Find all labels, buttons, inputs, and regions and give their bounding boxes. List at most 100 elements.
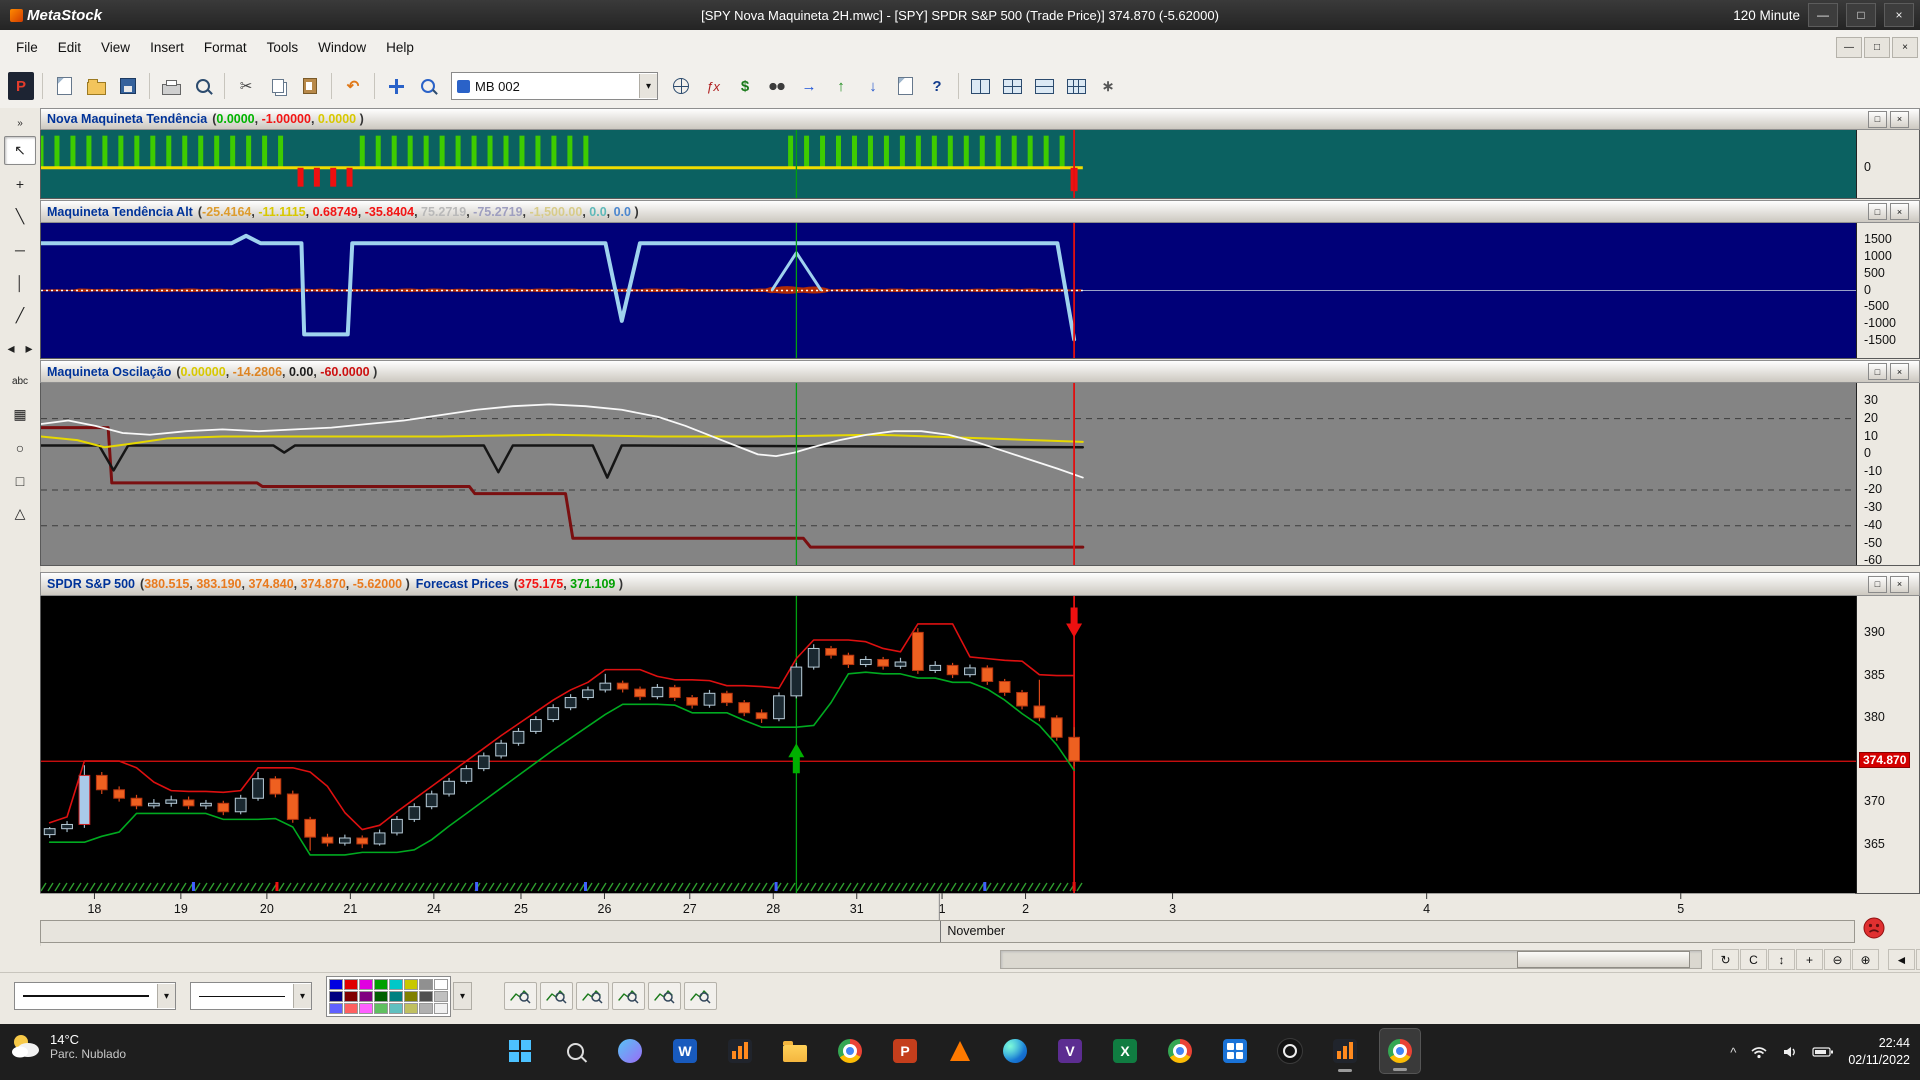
color-swatch[interactable] [359,991,373,1002]
download-button[interactable]: ↓ [858,70,888,102]
color-swatch[interactable] [389,979,403,990]
securities-button[interactable]: $ [730,70,760,102]
menu-file[interactable]: File [6,35,48,60]
menu-tools[interactable]: Tools [257,35,309,60]
taskbar-app-app-dark[interactable] [1269,1028,1311,1074]
taskbar-app-chrome-2[interactable] [1159,1028,1201,1074]
collapse-toolbar-button[interactable]: » [4,114,36,132]
menu-window[interactable]: Window [308,35,376,60]
taskbar-app-edge[interactable] [994,1028,1036,1074]
zoom-in-chart-button[interactable] [540,982,573,1010]
menu-help[interactable]: Help [376,35,424,60]
zoom-out-chart-button[interactable] [576,982,609,1010]
taskbar-app-copilot[interactable] [609,1028,651,1074]
color-swatch[interactable] [329,979,343,990]
mdi-minimize-button[interactable]: — [1836,37,1862,58]
trendline-tool[interactable]: ╲ [4,202,36,231]
color-swatch[interactable] [434,991,448,1002]
panel-restore-button[interactable]: □ [1868,111,1887,128]
horizontal-scrollbar[interactable] [1000,950,1702,969]
color-swatch[interactable] [374,1003,388,1014]
panel-restore-button[interactable]: □ [1868,203,1887,220]
tray-overflow-icon[interactable]: ^ [1730,1045,1736,1060]
go-button[interactable]: → [794,70,824,102]
mdi-restore-button[interactable]: □ [1864,37,1890,58]
panel-plot-area[interactable]: 150010005000-500-1000-1500 [40,223,1920,359]
fit-vertical-button[interactable]: ↕ [1768,949,1795,970]
layout-two-pane-button[interactable] [965,70,995,102]
cut-button[interactable]: ✂ [231,70,261,102]
taskbar-app-powerpoint[interactable]: P [884,1028,926,1074]
find-button[interactable] [762,70,792,102]
page-preview-button[interactable] [890,70,920,102]
wifi-icon[interactable] [1750,1045,1768,1059]
minimize-button[interactable]: — [1808,3,1838,27]
alert-smiley-icon[interactable] [1862,916,1886,940]
panel-plot-area[interactable]: 390385380370365374.870 [40,596,1920,894]
horizontal-line-tool[interactable]: ─ [4,235,36,264]
taskbar-app-start[interactable] [499,1028,541,1074]
panel-header[interactable]: SPDR S&P 500 (380.515, 383.190, 374.840,… [40,572,1920,596]
panel-header[interactable]: Maquineta Oscilação (0.00000, -14.2806, … [40,360,1920,383]
help-button[interactable]: ? [922,70,952,102]
color-swatch[interactable] [404,1003,418,1014]
panel-header[interactable]: Maquineta Tendência Alt (-25.4164, -11.1… [40,200,1920,223]
color-swatch[interactable] [374,979,388,990]
taskbar-app-search[interactable] [554,1028,596,1074]
panel-close-button[interactable]: × [1890,111,1909,128]
menu-edit[interactable]: Edit [48,35,91,60]
panel-header[interactable]: Nova Maquineta Tendência (0.0000, -1.000… [40,108,1920,130]
new-chart-button[interactable] [49,70,79,102]
speaker-icon[interactable] [1782,1045,1798,1059]
crosshair-tool[interactable]: + [4,169,36,198]
explorer-button[interactable] [666,70,696,102]
panel-restore-button[interactable]: □ [1868,576,1887,593]
panel-plot-area[interactable]: 3020100-10-20-30-40-50-60 [40,383,1920,566]
color-swatch[interactable] [344,1003,358,1014]
zoom-all-button[interactable] [504,982,537,1010]
line-style-select[interactable]: ▾ [14,982,176,1010]
color-swatch[interactable] [419,1003,433,1014]
color-swatch[interactable] [404,991,418,1002]
copy-button[interactable] [263,70,293,102]
battery-icon[interactable] [1812,1046,1834,1058]
rectangle-tool[interactable]: □ [4,466,36,495]
color-swatch[interactable] [359,979,373,990]
panel-plot-area[interactable]: 0 [40,130,1920,199]
zoom-previous-button[interactable] [648,982,681,1010]
menu-view[interactable]: View [91,35,140,60]
color-swatch[interactable] [419,979,433,990]
color-swatch[interactable] [389,991,403,1002]
pan-button[interactable]: + [1796,949,1823,970]
color-swatch[interactable] [359,1003,373,1014]
save-button[interactable] [113,70,143,102]
color-swatch[interactable] [404,979,418,990]
mdi-close-button[interactable]: × [1892,37,1918,58]
taskbar-app-metastock[interactable] [719,1028,761,1074]
scroll-left-button[interactable]: ◄ [1888,949,1915,970]
palette-dropdown-button[interactable]: ▾ [453,982,472,1010]
print-preview-button[interactable] [188,70,218,102]
color-swatch[interactable] [419,991,433,1002]
restore-button[interactable]: □ [1846,3,1876,27]
color-swatch[interactable] [434,979,448,990]
paste-button[interactable] [295,70,325,102]
triangle-tool[interactable]: △ [4,499,36,528]
scroll-right-button[interactable]: ► [1916,949,1920,970]
panel-close-button[interactable]: × [1890,203,1909,220]
taskbar-app-chrome-3[interactable] [1379,1028,1421,1074]
refresh-button[interactable]: ↻ [1712,949,1739,970]
grid-tool[interactable]: ▦ [4,400,36,429]
taskbar-app-metastock-2[interactable] [1324,1028,1366,1074]
template-combobox[interactable]: MB 002 ▾ [451,72,658,100]
close-button[interactable]: × [1884,3,1914,27]
layout-grid-button[interactable] [1061,70,1091,102]
zoom-button[interactable] [413,70,443,102]
panel-close-button[interactable]: × [1890,363,1909,380]
layout-horizontal-button[interactable] [1029,70,1059,102]
chevron-down-icon[interactable]: ▾ [639,74,657,98]
color-swatch[interactable] [329,991,343,1002]
layout-four-pane-button[interactable] [997,70,1027,102]
export-button[interactable]: ↑ [826,70,856,102]
taskbar-clock[interactable]: 22:44 02/11/2022 [1848,1035,1910,1069]
